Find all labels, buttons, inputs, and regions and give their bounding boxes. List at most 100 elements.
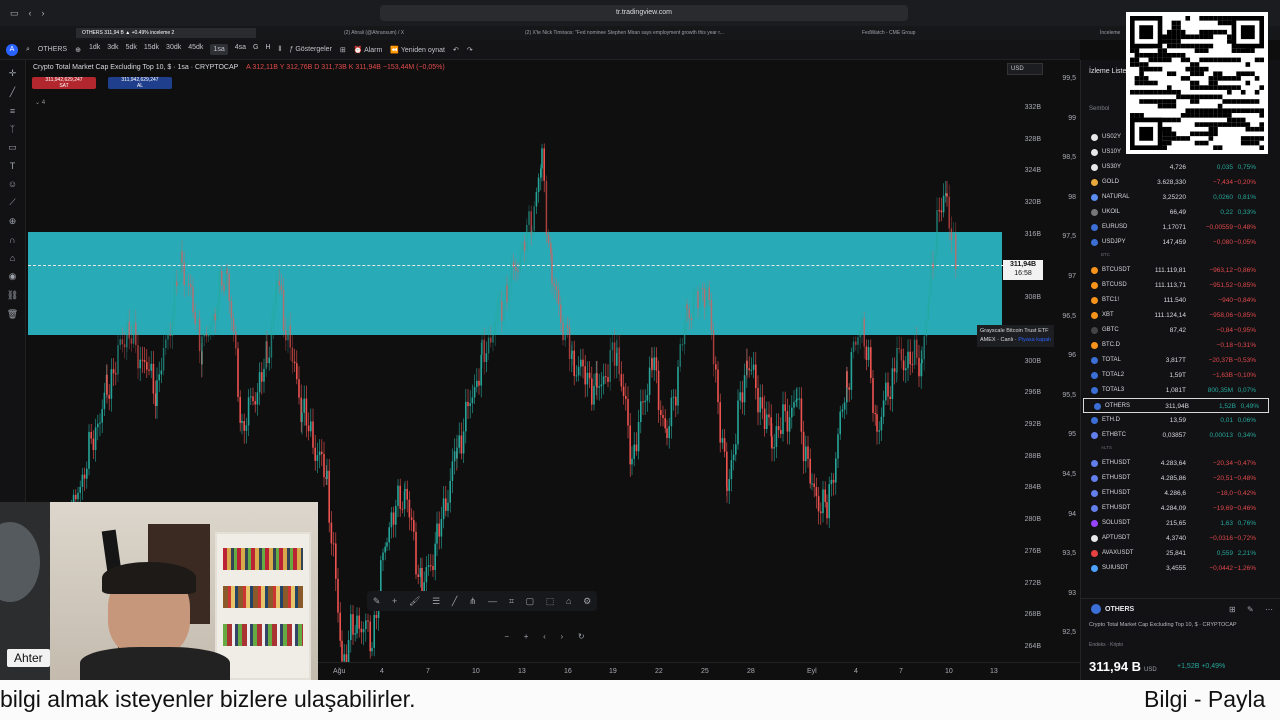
interval-4sa[interactable]: 4sa (235, 44, 246, 55)
reset-icon[interactable]: ↻ (578, 632, 585, 646)
ruler-icon[interactable]: ⟋ (9, 197, 15, 208)
interval-3dk[interactable]: 3dk (107, 44, 118, 55)
settings-icon[interactable]: ⚙ (583, 596, 591, 607)
watchlist-row[interactable]: USDJPY 147,459 −0,080 −0,05% (1081, 235, 1271, 250)
watchlist-row[interactable]: ETHUSDT 4.285,86 −20,51 −0,48% (1081, 471, 1271, 486)
note-icon[interactable]: ▢ (526, 596, 535, 607)
watchlist-row[interactable]: ETH.D 13,59 0,01 0,06% (1081, 413, 1271, 428)
hline-icon[interactable]: — (488, 596, 497, 606)
user-avatar[interactable]: A (6, 43, 18, 56)
tab-x-ahrali[interactable]: (2) Ahrali (@Ahransum) / X (344, 28, 494, 38)
plus-icon[interactable]: + (392, 596, 397, 606)
indicators-button[interactable]: ƒ Göstergeler (289, 46, 331, 53)
tooltip-market-status[interactable]: Piyasa kapalı (1018, 337, 1051, 343)
link-icon[interactable]: ⛓ (7, 290, 18, 301)
scroll-right-icon[interactable]: › (561, 632, 564, 646)
details-symbol[interactable]: OTHERS (1105, 606, 1134, 613)
crosshair-icon[interactable]: ✛ (9, 68, 17, 79)
watchlist-row[interactable]: GOLD 3.628,330 −7,434 −0,20% (1081, 175, 1271, 190)
watchlist-row[interactable]: BTCUSD 111.113,71 −951,52 −0,85% (1081, 278, 1271, 293)
indicator-collapse[interactable]: ⌄ 4 (35, 99, 45, 106)
interval-1sa[interactable]: 1sa (210, 44, 228, 55)
frame-icon[interactable]: ⬚ (546, 596, 555, 607)
eye-icon[interactable]: ◉ (9, 271, 17, 282)
tab-x-timiraos[interactable]: (2) X'te Nick Timiraos: "Fed nominee Ste… (525, 28, 765, 38)
price-axis-left[interactable]: 332B328B324B320B316B312B308B304B300B296B… (1005, 60, 1045, 680)
lock-icon[interactable]: ⌂ (10, 253, 15, 263)
forward-icon[interactable]: › (42, 8, 45, 19)
pattern-icon[interactable]: ᛉ (10, 124, 15, 134)
address-bar[interactable]: tr.tradingview.com (380, 5, 908, 21)
layouts-icon[interactable]: ⊞ (340, 46, 346, 54)
watchlist-section[interactable]: ALTS (1101, 445, 1112, 450)
watchlist-row[interactable]: APTUSDT 4,3740 −0,0316 −0,72% (1081, 531, 1271, 546)
brush-icon[interactable]: 🖌 (409, 596, 420, 607)
price-axis-right[interactable]: 99,5 99 98,5 98 97,5 97 96,5 96 95,5 95 94,5 94 93,5… (1043, 60, 1080, 680)
interval-H[interactable]: H (265, 44, 270, 55)
interval-5dk[interactable]: 5dk (126, 44, 137, 55)
shape-icon[interactable]: ⌂ (566, 596, 571, 606)
tab-tradingview[interactable]: OTHERS 311,94 B ▲ +0.49% inceleme 2 (76, 28, 256, 38)
resistance-zone[interactable] (28, 232, 1002, 335)
watchlist-row[interactable]: EURUSD 1,17071 −0,00559 −0,48% (1081, 220, 1271, 235)
zoom-out-icon[interactable]: − (504, 632, 509, 646)
path-icon[interactable]: ⌗ (509, 596, 514, 607)
replay-button[interactable]: ⏪ Yeniden oynat (390, 46, 445, 54)
search-icon[interactable]: ⌕ (26, 46, 30, 54)
watchlist-row[interactable]: ETHBTC 0,03857 0,00013 0,34% (1081, 428, 1271, 443)
watchlist-row[interactable]: BTC1! 111.540 −940 −0,84% (1081, 293, 1271, 308)
watchlist-row[interactable]: ETHUSDT 4.283,64 −20,34 −0,47% (1081, 456, 1271, 471)
watchlist-row[interactable]: US30Y 4,726 0,035 0,75% (1081, 160, 1271, 175)
trash-icon[interactable]: 🗑 (7, 309, 18, 320)
watchlist-row[interactable]: OTHERS 311,94B 1,52B 0,49% (1083, 398, 1269, 413)
watchlist-row[interactable]: SOLUSDT 215,65 1,63 0,76% (1081, 516, 1271, 531)
zoom-icon[interactable]: ⊕ (9, 216, 17, 227)
alert-button[interactable]: ⏰ Alarm (354, 46, 383, 54)
more-icon[interactable]: ⋯ (1265, 605, 1273, 614)
interval-30dk[interactable]: 30dk (166, 44, 181, 55)
trendline-icon[interactable]: ╱ (10, 87, 15, 98)
buy-button[interactable]: 311,942,629,247 AL (108, 77, 172, 89)
grid-icon[interactable]: ⊞ (1229, 605, 1236, 614)
interval-15dk[interactable]: 15dk (144, 44, 159, 55)
rectangle-icon[interactable]: ▭ (8, 142, 17, 153)
text-icon[interactable]: T (10, 161, 16, 171)
sidebar-toggle-icon[interactable]: ▭ (10, 8, 19, 19)
watchlist-row[interactable]: GBTC 87,42 −0,84 −0,95% (1081, 323, 1271, 338)
watchlist-section[interactable]: BTC (1101, 252, 1110, 257)
watchlist-row[interactable]: ETHUSDT 4.286,6 −18,0 −0,42% (1081, 486, 1271, 501)
lines-icon[interactable]: ☰ (432, 596, 440, 607)
watchlist-row[interactable]: SUIUSDT 3,4555 −0,0442 −1,26% (1081, 561, 1271, 576)
redo-icon[interactable]: ↷ (467, 46, 473, 54)
draw-line-icon[interactable]: ╱ (452, 596, 457, 607)
watchlist-row[interactable]: ETHUSDT 4.284,09 −19,69 −0,46% (1081, 501, 1271, 516)
emoji-icon[interactable]: ☺ (8, 179, 17, 189)
watchlist-row[interactable]: TOTAL2 1,59T −1,63B −0,10% (1081, 368, 1271, 383)
interval-45dk[interactable]: 45dk (188, 44, 203, 55)
column-symbol[interactable]: Sembol (1089, 106, 1109, 112)
watchlist-row[interactable]: AVAXUSDT 25,841 0,559 2,21% (1081, 546, 1271, 561)
candle-type-icon[interactable]: ⫴ (279, 46, 282, 54)
watchlist-row[interactable]: BTC.D −0,18 −0,31% (1081, 338, 1271, 353)
watchlist-row[interactable]: UKOIL 66,49 0,22 0,33% (1081, 205, 1271, 220)
watchlist-row[interactable]: BTCUSDT 111.119,81 −963,12 −0,86% (1081, 263, 1271, 278)
undo-icon[interactable]: ↶ (453, 46, 459, 54)
watchlist-row[interactable]: XBT 111.124,14 −958,06 −0,85% (1081, 308, 1271, 323)
add-symbol-icon[interactable]: ⊕ (75, 46, 81, 54)
fib-icon[interactable]: ≡ (10, 106, 15, 116)
interval-G[interactable]: G (253, 44, 258, 55)
interval-1dk[interactable]: 1dk (89, 44, 100, 55)
magnet-icon[interactable]: ∩ (9, 235, 15, 245)
symbol-search[interactable]: OTHERS (38, 46, 67, 53)
watchlist-row[interactable]: NATURAL 3,25220 0,0260 0,81% (1081, 190, 1271, 205)
watchlist-row[interactable]: TOTAL3 1,081T 800,35M 0,07% (1081, 383, 1271, 398)
pencil-icon[interactable]: ✎ (373, 596, 381, 607)
zoom-in-icon[interactable]: + (524, 632, 529, 646)
edit-icon[interactable]: ✎ (1247, 605, 1254, 614)
scroll-left-icon[interactable]: ‹ (543, 632, 546, 646)
watchlist-row[interactable]: TOTAL 3,817T −20,37B −0,53% (1081, 353, 1271, 368)
back-icon[interactable]: ‹ (29, 8, 32, 19)
pitchfork-icon[interactable]: ⋔ (469, 596, 477, 607)
sell-button[interactable]: 311,942,629,247 SAT (32, 77, 96, 89)
tab-fedwatch[interactable]: FedWatch - CME Group (862, 28, 982, 38)
